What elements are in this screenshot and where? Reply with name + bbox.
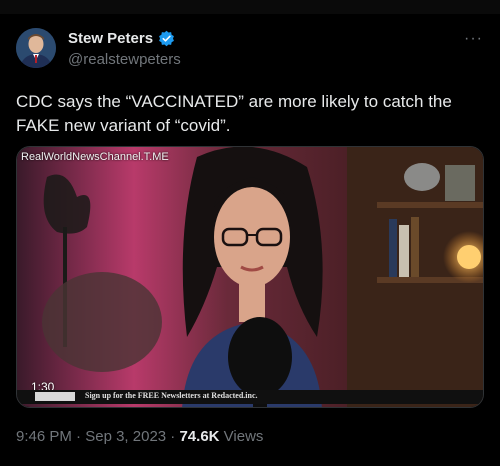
author-name[interactable]: Stew Peters xyxy=(68,30,153,47)
author-row: Stew Peters xyxy=(68,30,175,47)
tweet-date[interactable]: Sep 3, 2023 xyxy=(85,428,166,445)
video-watermark: RealWorldNewsChannel.T.ME xyxy=(21,151,169,163)
top-strip xyxy=(0,0,500,14)
ticker-logo xyxy=(35,392,75,401)
avatar[interactable] xyxy=(16,28,56,68)
ticker-text: Sign up for the FREE Newsletters at Reda… xyxy=(85,391,258,400)
more-dots-icon[interactable]: ··· xyxy=(464,30,483,48)
tweet-text: CDC says the “VACCINATED” are more likel… xyxy=(16,92,452,135)
meta-separator: · xyxy=(76,428,82,445)
views-label: Views xyxy=(223,428,264,445)
video-player[interactable]: RealWorldNewsChannel.T.ME 1:30 Sign up f… xyxy=(16,146,484,408)
avatar-image xyxy=(16,28,56,68)
meta-separator: · xyxy=(170,428,176,445)
tweet-time[interactable]: 9:46 PM xyxy=(16,428,72,445)
news-ticker: Sign up for the FREE Newsletters at Reda… xyxy=(17,390,483,404)
author-handle[interactable]: @realstewpeters xyxy=(68,51,181,68)
verified-badge-icon xyxy=(159,30,174,47)
video-frame xyxy=(17,147,483,407)
tweet-meta: 9:46 PM · Sep 3, 2023 · 74.6K Views xyxy=(16,428,263,445)
views-count: 74.6K xyxy=(179,428,220,445)
